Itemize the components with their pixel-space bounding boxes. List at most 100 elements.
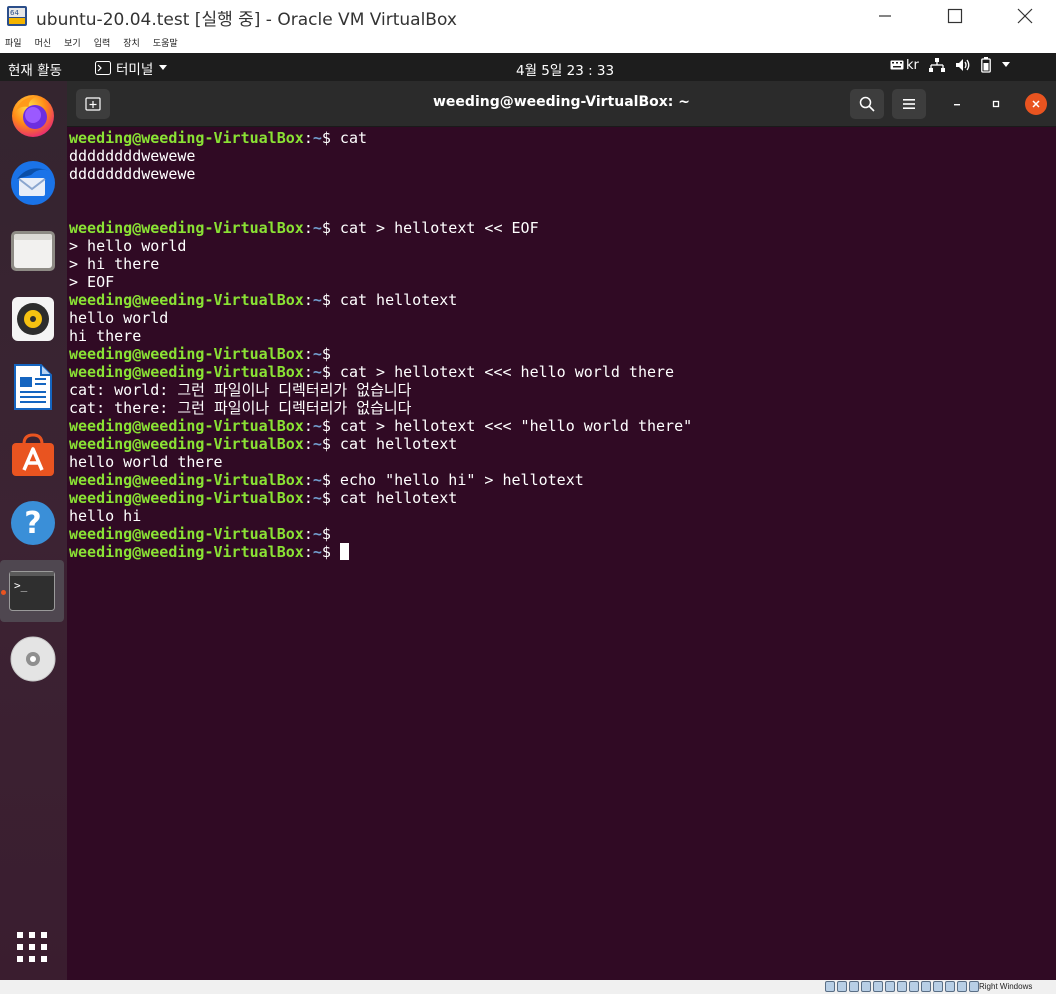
capture-status-icon[interactable] — [945, 981, 955, 992]
menu-view[interactable]: 보기 — [64, 36, 81, 49]
thunderbird-icon — [11, 161, 55, 205]
system-menu-caret-icon[interactable] — [1001, 61, 1011, 69]
prompt-symbol: $ — [321, 489, 331, 507]
audio-status-icon[interactable] — [849, 981, 859, 992]
terminal-minimize-button[interactable] — [946, 93, 968, 115]
prompt-separator: : — [303, 471, 313, 489]
svg-text:>_: >_ — [14, 579, 28, 592]
prompt-symbol: $ — [321, 219, 331, 237]
terminal-line: cat: there: 그런 파일이나 디렉터리가 없습니다 — [69, 399, 1054, 417]
keyboard-indicator[interactable]: kr — [890, 58, 919, 73]
prompt-separator: : — [303, 417, 313, 435]
terminal-line: weeding@weeding-VirtualBox:~$ — [69, 525, 1054, 543]
terminal-small-icon — [95, 61, 111, 75]
clock[interactable]: 4월 5일 23 : 33 — [516, 59, 614, 79]
terminal-line: weeding@weeding-VirtualBox:~$ — [69, 345, 1054, 363]
terminal-maximize-button[interactable] — [985, 93, 1007, 115]
terminal-line: weeding@weeding-VirtualBox:~$ cat > hell… — [69, 363, 1054, 381]
dock-firefox[interactable] — [7, 87, 59, 143]
new-tab-icon — [85, 97, 101, 111]
prompt-symbol: $ — [321, 291, 331, 309]
search-button[interactable] — [850, 89, 884, 119]
firefox-icon — [12, 95, 54, 137]
dock-writer[interactable] — [7, 359, 59, 415]
prompt-user: weeding@weeding-VirtualBox — [69, 291, 304, 309]
prompt-symbol: $ — [321, 363, 331, 381]
dock-dvd[interactable] — [7, 631, 59, 687]
network-icon[interactable] — [928, 58, 945, 72]
running-indicator — [1, 590, 6, 595]
terminal-line: weeding@weeding-VirtualBox:~$ cat — [69, 129, 1054, 147]
terminal-line: weeding@weeding-VirtualBox:~$ — [69, 543, 1054, 561]
dock-ubuntu-software[interactable] — [7, 427, 59, 483]
menu-help[interactable]: 도움말 — [153, 36, 178, 49]
terminal-close-button[interactable] — [1025, 93, 1047, 115]
arrow-status-icon[interactable] — [969, 981, 979, 992]
menu-machine[interactable]: 머신 — [35, 36, 52, 49]
window-title: ubuntu-20.04.test [실행 중] - Oracle VM Vir… — [36, 10, 457, 30]
output-text: cat: there: 그런 파일이나 디렉터리가 없습니다 — [69, 399, 412, 417]
output-text: > hi there — [69, 255, 160, 273]
gnome-top-bar: 현재 활동 터미널 4월 5일 23 : 33 kr — [0, 53, 1056, 81]
show-applications-icon[interactable] — [14, 929, 50, 965]
dock-terminal[interactable]: >_ — [0, 560, 64, 622]
terminal-line: weeding@weeding-VirtualBox:~$ cat hellot… — [69, 435, 1054, 453]
virtualbox-menubar: 파일 머신 보기 입력 장치 도움말 — [0, 32, 1056, 53]
system-tray[interactable]: kr — [890, 57, 1011, 73]
cpu-status-icon[interactable] — [921, 981, 931, 992]
menu-file[interactable]: 파일 — [5, 36, 22, 49]
mouse-status-icon[interactable] — [933, 981, 943, 992]
prompt-symbol: $ — [321, 525, 331, 543]
minimize-button[interactable] — [850, 0, 920, 32]
network-status-icon[interactable] — [861, 981, 871, 992]
terminal-line: cat: world: 그런 파일이나 디렉터리가 없습니다 — [69, 381, 1054, 399]
prompt-separator: : — [303, 219, 313, 237]
maximize-button[interactable] — [920, 0, 990, 32]
usb-status-icon[interactable] — [873, 981, 883, 992]
prompt-user: weeding@weeding-VirtualBox — [69, 435, 304, 453]
terminal-line: > hello world — [69, 237, 1054, 255]
prompt-path: ~ — [312, 525, 322, 543]
command-text: cat > hellotext << EOF — [330, 219, 539, 237]
device-status-icons — [825, 981, 979, 992]
dock-thunderbird[interactable] — [7, 155, 59, 211]
output-text: > hello world — [69, 237, 187, 255]
battery-icon[interactable] — [981, 57, 991, 73]
dock-help[interactable]: ? — [7, 495, 59, 551]
dock-files[interactable] — [7, 223, 59, 279]
terminal-line: hello world there — [69, 453, 1054, 471]
host-key-label: Right Windows — [979, 982, 1033, 991]
text-cursor — [339, 543, 349, 560]
minimize-icon — [954, 104, 960, 106]
activities-button[interactable]: 현재 활동 — [8, 59, 62, 79]
terminal-header-bar[interactable]: weeding@weeding-VirtualBox: ~ — [67, 81, 1056, 127]
prompt-separator: : — [303, 363, 313, 381]
new-tab-button[interactable] — [76, 89, 110, 119]
display-status-icon[interactable] — [897, 981, 907, 992]
menu-button[interactable] — [892, 89, 926, 119]
command-text: cat > hellotext <<< "hello world there" — [330, 417, 693, 435]
recording-status-icon[interactable] — [909, 981, 919, 992]
close-button[interactable] — [990, 0, 1056, 32]
virtualbox-statusbar: Right Windows — [0, 980, 1056, 994]
output-text: cat: world: 그런 파일이나 디렉터리가 없습니다 — [69, 381, 412, 399]
command-text: echo "hello hi" > hellotext — [330, 471, 584, 489]
hdd-status-icon[interactable] — [825, 981, 835, 992]
svg-text:?: ? — [24, 506, 41, 541]
files-icon — [11, 231, 55, 271]
optical-status-icon[interactable] — [837, 981, 847, 992]
app-menu[interactable]: 터미널 — [95, 58, 168, 78]
command-text: cat > hellotext <<< hello world there — [330, 363, 675, 381]
menu-input[interactable]: 입력 — [94, 36, 111, 49]
prompt-separator: : — [303, 435, 313, 453]
terminal-icon: >_ — [9, 571, 55, 611]
dvd-icon — [10, 636, 56, 682]
prompt-symbol: $ — [321, 435, 331, 453]
shared-folder-status-icon[interactable] — [885, 981, 895, 992]
keyboard-status-icon[interactable] — [957, 981, 967, 992]
menu-devices[interactable]: 장치 — [123, 36, 140, 49]
terminal-output[interactable]: weeding@weeding-VirtualBox:~$ cat ddddddd… — [69, 129, 1054, 979]
volume-icon[interactable] — [955, 58, 971, 72]
dock-rhythmbox[interactable] — [7, 291, 59, 347]
prompt-path: ~ — [312, 363, 322, 381]
